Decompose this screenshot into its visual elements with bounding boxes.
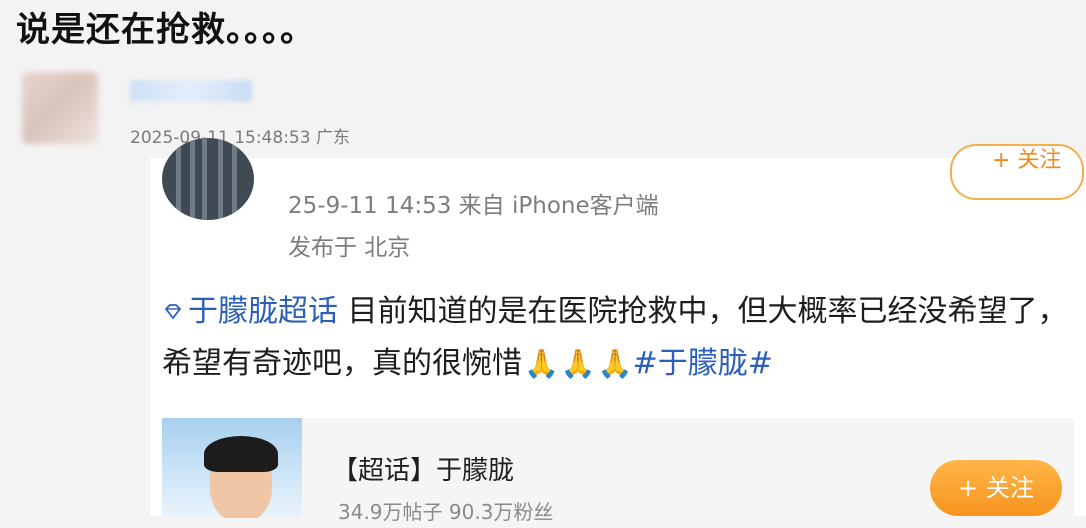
pray-emoji-icon: 🙏 <box>524 347 559 380</box>
super-topic-label: 于朦胧超话 <box>188 294 338 329</box>
embedded-post: + 关注 25-9-11 14:53 来自 iPhone客户端 发布于 北京 于… <box>150 138 1086 528</box>
follow-button-label: + 关注 <box>992 148 1062 173</box>
post-body: 于朦胧超话 目前知道的是在医院抢救中，但大概率已经没希望了，希望有奇迹吧，真的很… <box>162 286 1077 390</box>
diamond-icon <box>164 304 182 320</box>
card-follow-button[interactable]: + 关注 <box>930 460 1062 516</box>
author-avatar[interactable] <box>162 138 254 220</box>
follow-button-top[interactable]: + 关注 <box>950 144 1084 200</box>
pray-emoji-icon: 🙏 <box>560 347 596 380</box>
blurred-avatar[interactable] <box>22 72 98 144</box>
super-topic-link[interactable]: 于朦胧超话 <box>162 294 338 329</box>
post-timestamp: 2025-09-11 15:48:53 广东 <box>130 128 350 148</box>
card-thumbnail <box>162 418 302 518</box>
pray-emoji-icon: 🙏 <box>597 347 633 380</box>
headline: 说是还在抢救。。。。 <box>16 10 315 50</box>
post-location: 发布于 北京 <box>288 235 411 261</box>
super-topic-card[interactable]: 【超话】于朦胧 34.9万帖子 90.3万粉丝 + 关注 <box>162 418 1074 528</box>
blurred-username[interactable] <box>130 80 252 102</box>
post-meta: 25-9-11 14:53 来自 iPhone客户端 <box>288 193 659 219</box>
card-title: 【超话】于朦胧 <box>332 456 515 486</box>
card-stats: 34.9万帖子 90.3万粉丝 <box>338 500 554 524</box>
hashtag-link[interactable]: #于朦胧# <box>633 346 773 381</box>
